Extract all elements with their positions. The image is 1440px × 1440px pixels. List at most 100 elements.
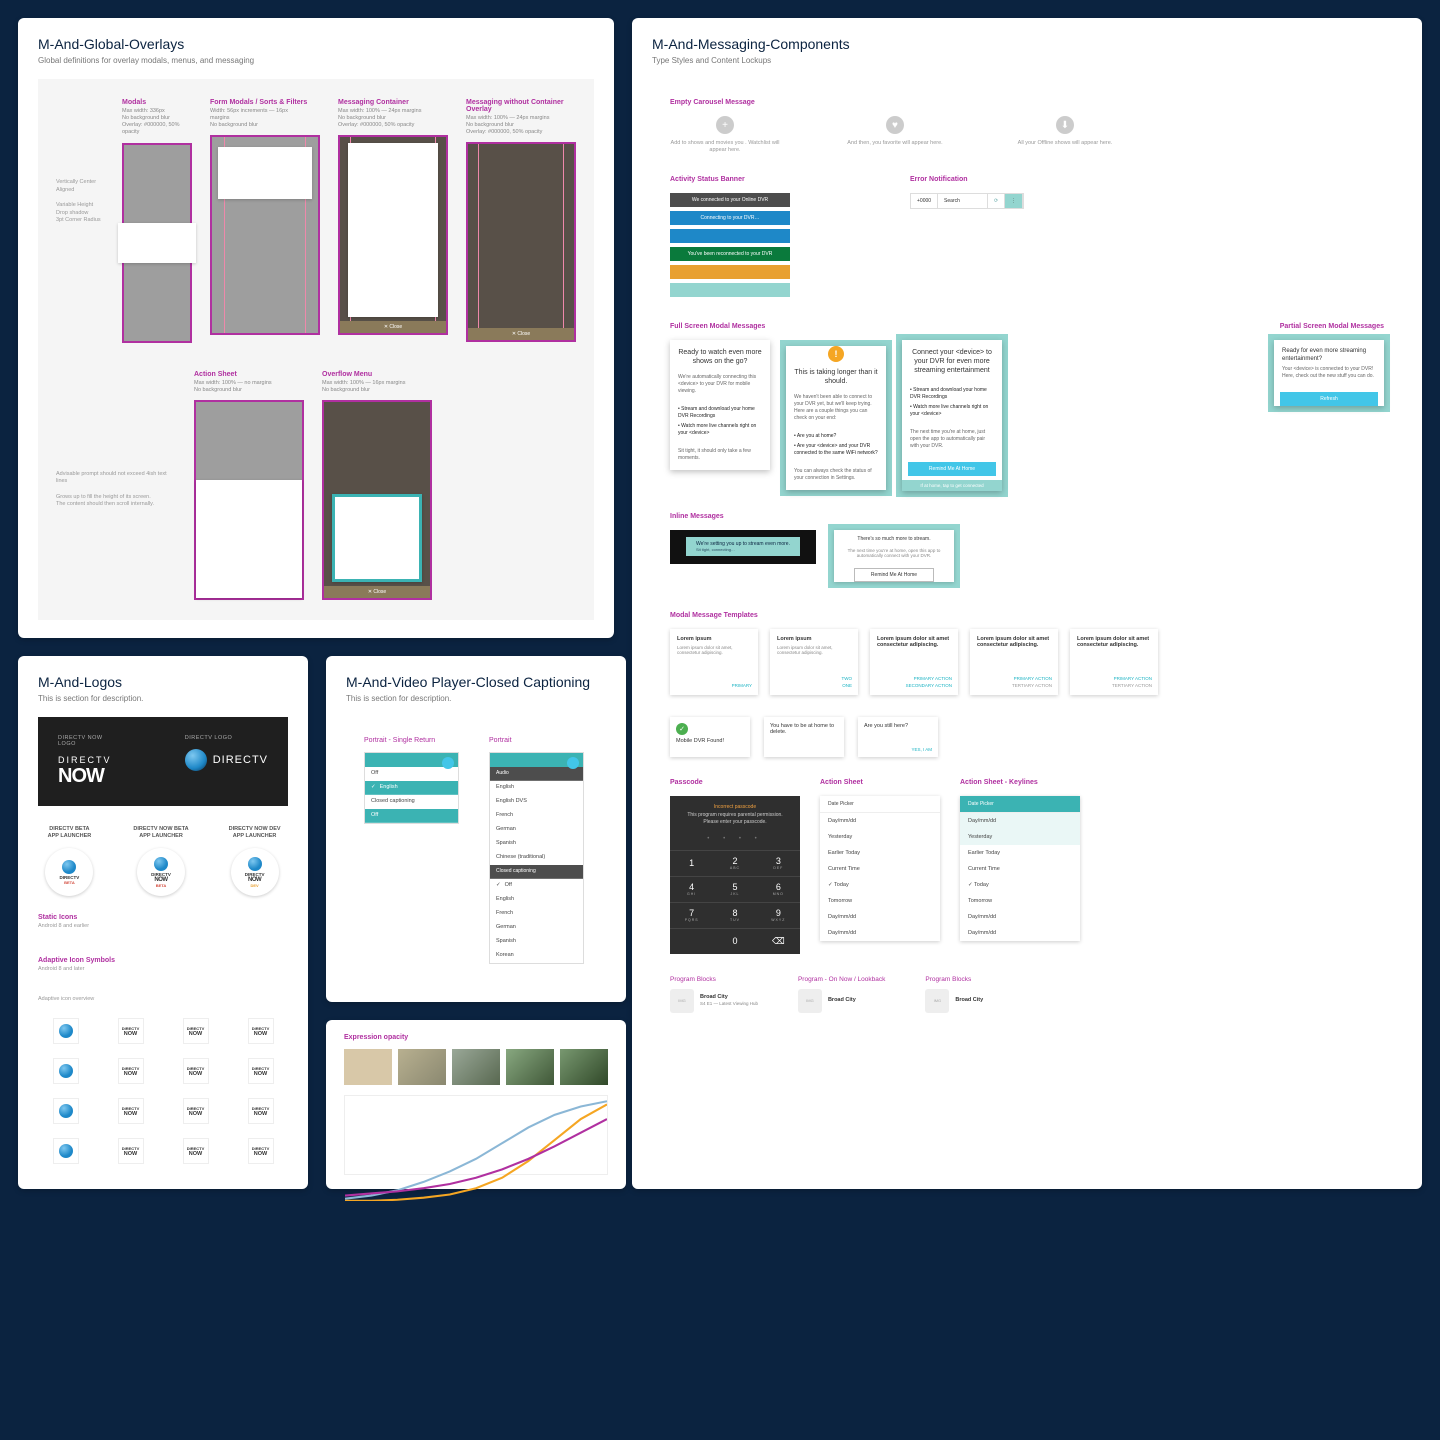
sheet-option[interactable]: Current Time xyxy=(960,861,1080,877)
sheet-option[interactable]: Day/mm/dd xyxy=(960,909,1080,925)
small-card: ✓Mobile DVR Found! xyxy=(670,717,750,757)
passcode-header: Passcode xyxy=(670,779,800,786)
program-blocks-row: Program BlocksIMGBroad CityS4 E1 — Lates… xyxy=(670,976,1384,1013)
banner-stack: We connected to your Online DVRConnectin… xyxy=(670,193,790,297)
logo-dark-block: DIRECTV NOW LOGO DIRECTV NOW DIRECTV LOG… xyxy=(38,717,288,806)
template-action[interactable]: SECONDARY ACTION xyxy=(906,682,952,689)
keypad-key[interactable]: 3DEF xyxy=(757,850,800,876)
close-button[interactable]: ✕ Close xyxy=(340,321,446,333)
keypad-key[interactable]: 4GHI xyxy=(670,876,713,902)
cc-option[interactable]: Spanish xyxy=(490,837,583,851)
card-action[interactable]: YES, I AM xyxy=(911,747,932,752)
globe-icon xyxy=(248,857,262,871)
sheet-option[interactable]: Day/mm/dd xyxy=(960,925,1080,941)
template-action[interactable]: PRIMARY ACTION xyxy=(1012,675,1052,682)
template-action[interactable]: TERTIARY ACTION xyxy=(1112,682,1152,689)
cc-option[interactable]: Closed captioning xyxy=(365,795,458,809)
refresh-icon[interactable]: ⟳ xyxy=(988,194,1005,208)
cc-option[interactable]: German xyxy=(490,823,583,837)
remind-button[interactable]: Remind Me At Home xyxy=(854,568,934,582)
keypad-key[interactable]: 9WXYZ xyxy=(757,902,800,928)
launcher: DIRECTV NOW BETA APP LAUNCHER DIRECTV NO… xyxy=(133,826,188,896)
keypad-key[interactable] xyxy=(670,928,713,954)
carousel-icon: ♥ xyxy=(886,116,904,134)
template-action[interactable]: PRIMARY ACTION xyxy=(906,675,952,682)
sheet-option[interactable]: Day/mm/dd xyxy=(820,925,940,941)
cc-settings-icon[interactable] xyxy=(567,757,579,769)
keypad-key[interactable]: 1 xyxy=(670,850,713,876)
sheet-option[interactable]: Day/mm/dd xyxy=(960,813,1080,829)
cc-option[interactable]: English DVS xyxy=(490,795,583,809)
carousel-item: +Add to shows and movies you . Watchlist… xyxy=(670,116,780,154)
status-banner xyxy=(670,283,790,297)
left-column: M-And-Global-Overlays Global definitions… xyxy=(18,18,614,1189)
cc-option[interactable]: Off xyxy=(365,809,458,823)
action-sheet: Date PickerDay/mm/ddYesterdayEarlier Tod… xyxy=(820,796,940,941)
sheet-option[interactable]: Current Time xyxy=(820,861,940,877)
cc-option[interactable]: French xyxy=(490,907,583,921)
overlay-modals: Modals Max width: 336px No background bl… xyxy=(122,99,192,343)
opacity-panel: Expression opacity xyxy=(326,1020,626,1189)
cc-panel: M-And-Video Player-Closed Captioning Thi… xyxy=(326,656,626,1002)
cc-option[interactable]: English xyxy=(365,781,458,795)
remind-button[interactable]: Remind Me At Home xyxy=(908,462,996,476)
keypad-key[interactable]: 7PQRS xyxy=(670,902,713,928)
sheet-option[interactable]: Day/mm/dd xyxy=(820,813,940,829)
cc-option[interactable]: Chinese (traditional) xyxy=(490,851,583,865)
cc-option[interactable]: Off xyxy=(490,879,583,893)
template-action[interactable]: PRIMARY ACTION xyxy=(1112,675,1152,682)
carousel-icon: ⬇ xyxy=(1056,116,1074,134)
messaging-title: M-And-Messaging-Components xyxy=(652,36,1402,52)
overlay-messaging: Messaging Container Max width: 100% — 24… xyxy=(338,99,448,335)
cc-option[interactable]: English xyxy=(490,781,583,795)
sheet-option[interactable]: Tomorrow xyxy=(820,893,940,909)
keypad-key[interactable]: 6MNO xyxy=(757,876,800,902)
cc-title: M-And-Video Player-Closed Captioning xyxy=(346,674,606,690)
directv-now-logo: DIRECTV NOW xyxy=(58,755,115,788)
grid-icon: DIRECTVNOW xyxy=(103,1098,158,1124)
keypad-key[interactable]: 2ABC xyxy=(713,850,756,876)
error-header: Error Notification xyxy=(910,176,1024,183)
template-action[interactable]: TWO xyxy=(842,675,853,682)
template-action[interactable]: TERTIARY ACTION xyxy=(1012,682,1052,689)
template-action[interactable]: PRIMARY xyxy=(732,682,752,689)
cc-option[interactable]: English xyxy=(490,893,583,907)
sheet-option[interactable]: Today xyxy=(820,877,940,893)
mock-msg2: ✕ Close xyxy=(466,142,576,342)
globe-icon xyxy=(59,1024,73,1038)
sheet-option[interactable]: Earlier Today xyxy=(960,845,1080,861)
keypad-key[interactable]: ⌫ xyxy=(757,928,800,954)
cc-option[interactable]: Spanish xyxy=(490,935,583,949)
close-button[interactable]: ✕ Close xyxy=(324,586,430,598)
sheet-option[interactable]: Yesterday xyxy=(820,829,940,845)
keypad-key[interactable]: 5JKL xyxy=(713,876,756,902)
template-action[interactable]: ONE xyxy=(842,682,853,689)
more-icon[interactable]: ⋮ xyxy=(1005,194,1023,208)
modal-template: Lorem ipsum dolor sit amet consectetur a… xyxy=(1070,629,1158,695)
carousel-icon: + xyxy=(716,116,734,134)
grid-icon xyxy=(38,1058,93,1084)
sheet-option[interactable]: Day/mm/dd xyxy=(820,909,940,925)
close-button[interactable]: ✕ Close xyxy=(468,328,574,340)
cc-portrait-single: Portrait - Single Return OffEnglishClose… xyxy=(364,737,459,964)
cc-option[interactable]: French xyxy=(490,809,583,823)
grid-icon: DIRECTVNOW xyxy=(103,1018,158,1044)
cc-option[interactable]: Korean xyxy=(490,949,583,963)
sheet-option[interactable]: Today xyxy=(960,877,1080,893)
refresh-button[interactable]: Refresh xyxy=(1280,392,1378,406)
logos-panel: M-And-Logos This is section for descript… xyxy=(18,656,308,1189)
sheet-option[interactable]: Tomorrow xyxy=(960,893,1080,909)
partial-header: Partial Screen Modal Messages xyxy=(1280,323,1384,330)
sheet-option[interactable]: Earlier Today xyxy=(820,845,940,861)
keypad-key[interactable]: 0 xyxy=(713,928,756,954)
cc-option[interactable]: Off xyxy=(365,767,458,781)
warning-icon xyxy=(828,346,844,362)
sheet-option[interactable]: Yesterday xyxy=(960,829,1080,845)
grid-icon: DIRECTVNOW xyxy=(103,1058,158,1084)
search-field[interactable]: Search xyxy=(938,194,988,208)
cc-settings-icon[interactable] xyxy=(442,757,454,769)
keypad-key[interactable]: 8TUV xyxy=(713,902,756,928)
mock-overflow: ✕ Close xyxy=(322,400,432,600)
cc-option[interactable]: German xyxy=(490,921,583,935)
overlay-messaging-noovl: Messaging without Container Overlay Max … xyxy=(466,99,576,342)
